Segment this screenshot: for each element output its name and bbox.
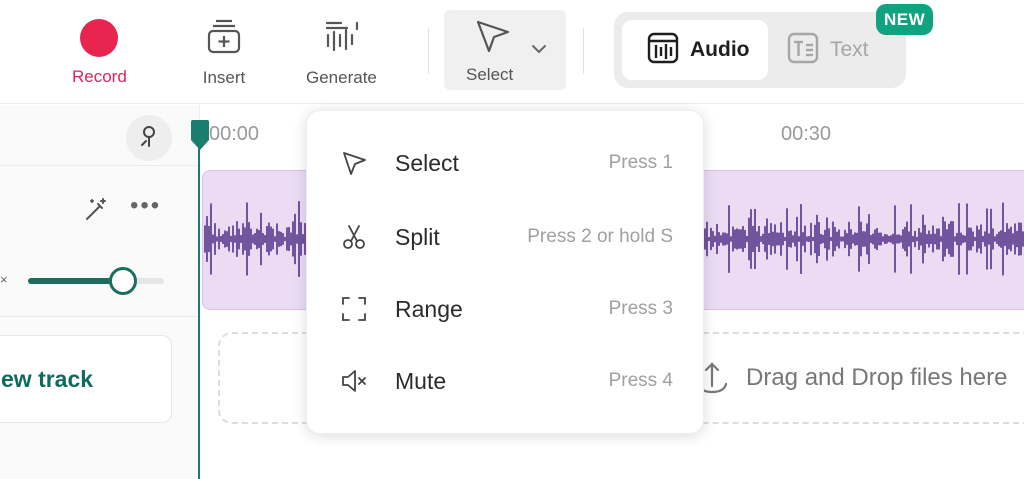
mute-icon: [337, 364, 371, 398]
select-tool-button[interactable]: Select: [444, 10, 566, 90]
menu-item-label: Mute: [395, 367, 447, 394]
menu-item-select[interactable]: Select Press 1: [307, 133, 705, 193]
insert-button[interactable]: Insert: [202, 14, 246, 88]
audio-grid-icon: [646, 31, 680, 70]
record-button[interactable]: Record: [72, 14, 127, 87]
time-tick: 00:30: [781, 123, 832, 145]
insert-label: Insert: [202, 68, 246, 87]
generate-icon: [319, 14, 363, 58]
toolbar-divider: [428, 28, 429, 74]
scissors-icon: [337, 220, 371, 254]
select-tool-menu: Select Press 1 Split Press 2 or hold S R…: [306, 110, 704, 434]
new-badge: NEW: [876, 4, 934, 35]
generate-label: Generate: [306, 68, 377, 87]
menu-item-label: Range: [395, 295, 463, 322]
mute-small-icon[interactable]: ×: [0, 272, 8, 287]
chevron-down-icon[interactable]: [530, 42, 548, 60]
menu-item-mute[interactable]: Mute Press 4: [307, 351, 705, 411]
playhead-handle[interactable]: [189, 120, 211, 157]
cursor-icon: [337, 146, 371, 180]
pin-button[interactable]: [126, 115, 172, 161]
menu-item-label: Select: [395, 149, 459, 176]
menu-item-shortcut: Press 1: [608, 152, 673, 173]
menu-item-shortcut: Press 3: [608, 298, 673, 319]
mode-text-label: Text: [830, 38, 869, 61]
playhead-line: [198, 130, 200, 479]
select-label: Select: [466, 65, 514, 84]
menu-item-shortcut: Press 4: [608, 370, 673, 391]
text-doc-icon: [786, 31, 820, 70]
time-tick: 00:00: [209, 123, 260, 145]
menu-item-split[interactable]: Split Press 2 or hold S: [307, 207, 705, 267]
more-options-icon[interactable]: •••: [130, 192, 161, 220]
generate-button[interactable]: Generate: [306, 14, 377, 88]
pin-icon: [136, 123, 162, 154]
drop-zone-text: Drag and Drop files here: [746, 364, 1008, 391]
toolbar: Record Insert Generate Select Audio Text…: [0, 0, 1024, 104]
track-controls: ••• ×: [0, 165, 200, 317]
track-panel: ••• × ew track: [0, 105, 200, 479]
record-label: Record: [72, 67, 127, 86]
menu-item-shortcut: Press 2 or hold S: [527, 226, 673, 247]
menu-item-label: Split: [395, 223, 440, 250]
magic-wand-icon[interactable]: [82, 196, 110, 229]
menu-item-range[interactable]: Range Press 3: [307, 279, 705, 339]
mode-audio-button[interactable]: Audio: [622, 20, 768, 80]
mode-text-button[interactable]: Text: [786, 20, 869, 80]
insert-icon: [202, 14, 246, 58]
toolbar-divider: [583, 28, 584, 74]
range-icon: [337, 292, 371, 326]
volume-slider[interactable]: [28, 278, 164, 284]
cursor-icon: [470, 14, 514, 58]
new-track-label: ew track: [1, 365, 94, 392]
mode-toggle: Audio Text: [614, 12, 906, 88]
record-icon: [80, 19, 119, 57]
volume-slider-thumb[interactable]: [109, 267, 138, 295]
new-track-button[interactable]: ew track: [0, 335, 172, 423]
mode-audio-label: Audio: [690, 38, 750, 61]
